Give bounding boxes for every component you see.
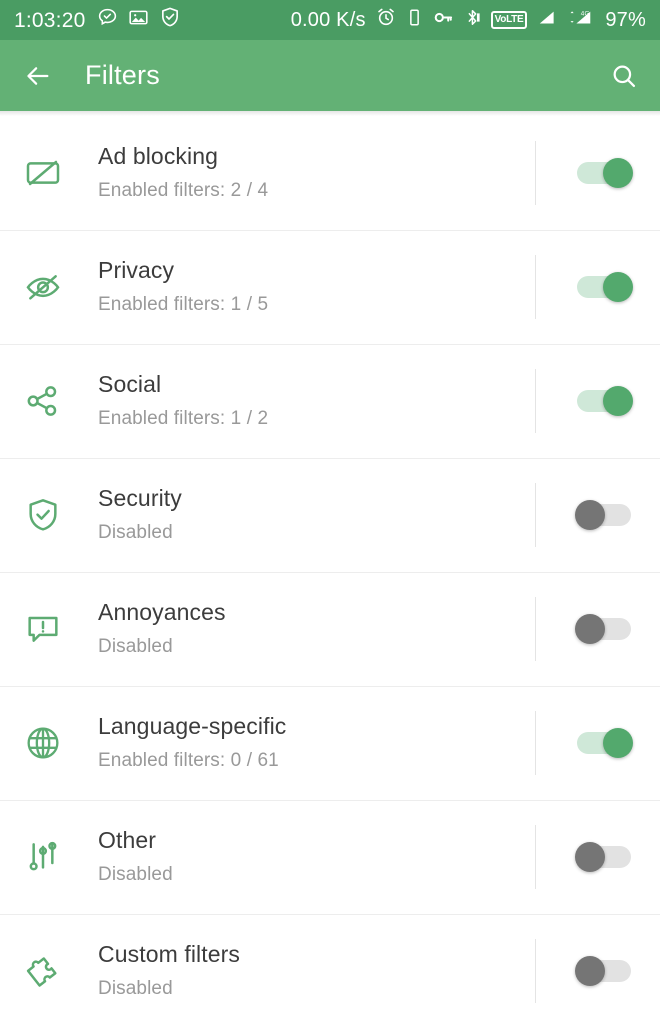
vertical-divider [535, 825, 536, 889]
filter-subtitle: Disabled [98, 863, 173, 885]
vibrate-icon [405, 8, 424, 33]
filter-row-control [535, 800, 660, 914]
vertical-divider [535, 483, 536, 547]
filter-toggle[interactable] [575, 614, 633, 644]
vertical-divider [535, 939, 536, 1003]
vertical-divider [535, 369, 536, 433]
filter-row-text: Language-specific Enabled filters: 0 / 6… [98, 713, 535, 772]
filter-toggle[interactable] [575, 158, 633, 188]
filter-row-text: Ad blocking Enabled filters: 2 / 4 [98, 143, 535, 202]
toggle-thumb [575, 614, 605, 644]
toggle-thumb [575, 956, 605, 986]
signal-4g-icon: 4G [566, 8, 594, 33]
filter-row-text: Security Disabled [98, 485, 535, 544]
filter-subtitle: Enabled filters: 0 / 61 [98, 749, 279, 771]
svg-text:4G: 4G [581, 10, 590, 17]
battery-percentage: 97% [605, 9, 646, 31]
filter-subtitle: Disabled [98, 977, 173, 999]
filter-toggle[interactable] [575, 386, 633, 416]
volte-badge: VoLTE [490, 11, 528, 29]
filter-row-custom-filters[interactable]: Custom filters Disabled [0, 914, 660, 1024]
filter-title: Annoyances [98, 599, 226, 626]
filter-row-control [535, 686, 660, 800]
page-title: Filters [85, 60, 160, 90]
filter-row-text: Other Disabled [98, 827, 535, 886]
filter-title: Custom filters [98, 941, 240, 968]
share-icon [21, 379, 65, 423]
filter-row-control [535, 230, 660, 344]
filter-row-control [535, 914, 660, 1024]
globe-icon [21, 721, 65, 765]
bluetooth-icon [463, 8, 482, 33]
status-clock: 1:03:20 [14, 8, 86, 32]
filter-row-language-specific[interactable]: Language-specific Enabled filters: 0 / 6… [0, 686, 660, 800]
status-bar-left: 1:03:20 [14, 6, 181, 34]
filter-toggle[interactable] [575, 842, 633, 872]
toggle-thumb [603, 158, 633, 188]
search-icon[interactable] [610, 62, 638, 90]
filter-subtitle: Enabled filters: 1 / 2 [98, 407, 269, 429]
filter-title: Other [98, 827, 157, 854]
status-bar: 1:03:20 0.00 K/s VoLTE 4G 97% [0, 0, 660, 40]
filter-subtitle: Enabled filters: 2 / 4 [98, 179, 269, 201]
alert-comment-icon [21, 607, 65, 651]
status-bar-right: 0.00 K/s VoLTE 4G 97% [291, 7, 646, 34]
app-bar: Filters [0, 40, 660, 111]
filter-row-control [535, 458, 660, 572]
toggle-thumb [603, 728, 633, 758]
adguard-shield-icon [159, 6, 181, 34]
alarm-icon [376, 7, 396, 33]
filter-row-ad-blocking[interactable]: Ad blocking Enabled filters: 2 / 4 [0, 116, 660, 230]
filter-subtitle: Enabled filters: 1 / 5 [98, 293, 269, 315]
filter-row-text: Annoyances Disabled [98, 599, 535, 658]
ad-block-icon [21, 151, 65, 195]
sliders-icon [21, 835, 65, 879]
filter-title: Ad blocking [98, 143, 219, 170]
toggle-thumb [575, 500, 605, 530]
filter-toggle[interactable] [575, 956, 633, 986]
filter-title: Social [98, 371, 162, 398]
network-speed: 0.00 K/s [290, 9, 366, 31]
toggle-thumb [575, 842, 605, 872]
toggle-thumb [603, 386, 633, 416]
filter-row-control [535, 572, 660, 686]
filter-row-other[interactable]: Other Disabled [0, 800, 660, 914]
arrow-back-icon[interactable] [24, 62, 52, 90]
filter-title: Privacy [98, 257, 175, 284]
filter-list: Ad blocking Enabled filters: 2 / 4 Priva… [0, 116, 660, 1024]
filter-toggle[interactable] [575, 728, 633, 758]
vertical-divider [535, 597, 536, 661]
filter-row-security[interactable]: Security Disabled [0, 458, 660, 572]
gallery-icon [128, 7, 149, 34]
filter-row-control [535, 116, 660, 230]
chat-check-icon [97, 7, 118, 34]
filter-title: Language-specific [98, 713, 287, 740]
toggle-thumb [603, 272, 633, 302]
filter-toggle[interactable] [575, 500, 633, 530]
vpn-key-icon [433, 7, 454, 34]
filter-row-control [535, 344, 660, 458]
filter-toggle[interactable] [575, 272, 633, 302]
puzzle-piece-icon [21, 949, 65, 993]
filter-row-social[interactable]: Social Enabled filters: 1 / 2 [0, 344, 660, 458]
filter-row-privacy[interactable]: Privacy Enabled filters: 1 / 5 [0, 230, 660, 344]
vertical-divider [535, 255, 536, 319]
filter-subtitle: Disabled [98, 635, 173, 657]
vertical-divider [535, 141, 536, 205]
eye-off-icon [21, 265, 65, 309]
signal-bars-icon [536, 8, 557, 33]
filter-row-text: Social Enabled filters: 1 / 2 [98, 371, 535, 430]
filter-row-text: Custom filters Disabled [98, 941, 535, 1000]
filter-row-text: Privacy Enabled filters: 1 / 5 [98, 257, 535, 316]
app-screen: 1:03:20 0.00 K/s VoLTE 4G 97% Filters Ad… [0, 0, 660, 1024]
filter-row-annoyances[interactable]: Annoyances Disabled [0, 572, 660, 686]
shield-check-icon [21, 493, 65, 537]
filter-subtitle: Disabled [98, 521, 173, 543]
filter-title: Security [98, 485, 182, 512]
vertical-divider [535, 711, 536, 775]
